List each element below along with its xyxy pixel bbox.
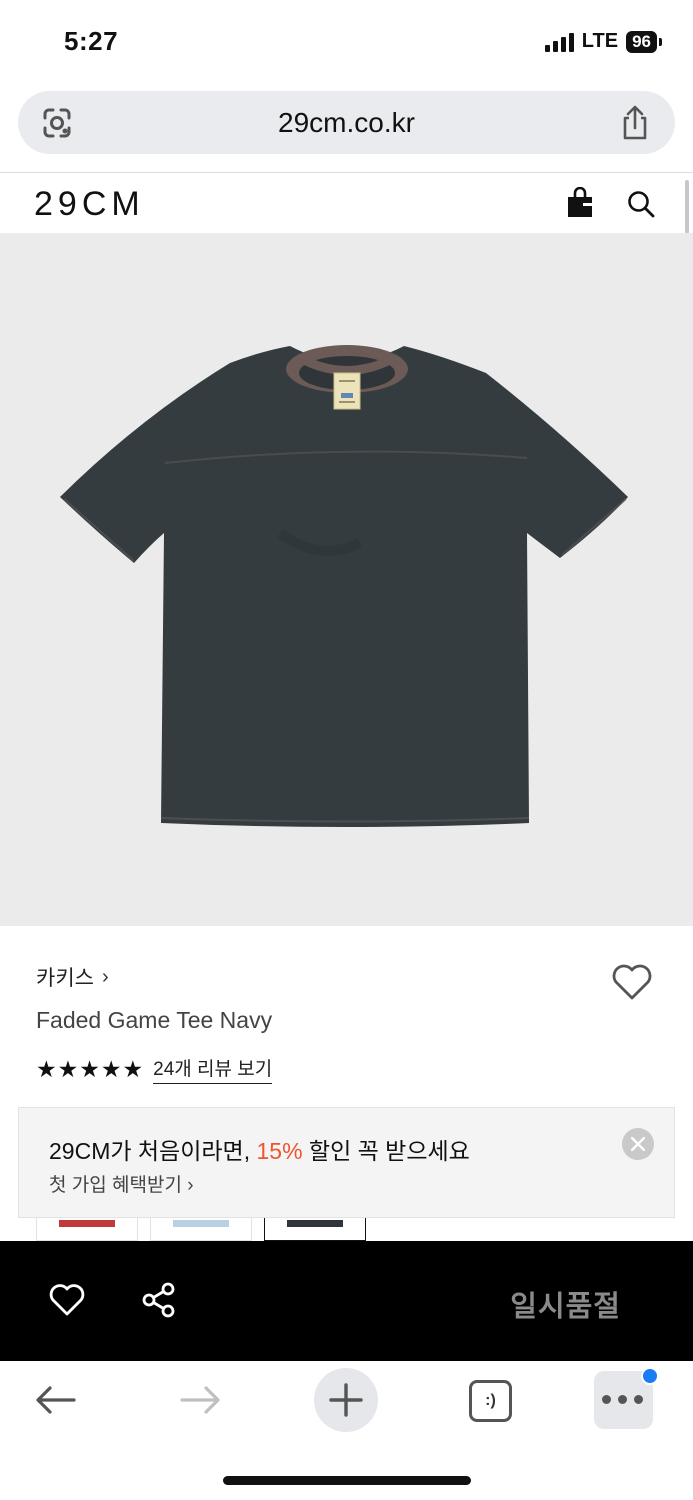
chevron-right-icon: › [101, 965, 109, 988]
signal-icon [544, 32, 574, 52]
plus-icon [329, 1383, 363, 1417]
heart-icon[interactable] [48, 1282, 86, 1318]
tshirt-image [60, 345, 628, 827]
share-icon[interactable] [619, 105, 651, 141]
color-swatch-navy[interactable] [264, 1218, 366, 1241]
star-icon: ★ [57, 1055, 79, 1082]
share-nodes-icon[interactable] [140, 1281, 178, 1319]
close-button[interactable] [622, 1128, 654, 1160]
purchase-action-bar: 일시품절 [0, 1241, 693, 1361]
star-icon: ★ [100, 1055, 122, 1082]
battery-icon: 96 [626, 30, 662, 53]
review-link[interactable]: 24개 리뷰 보기 [153, 1054, 273, 1084]
wishlist-heart-icon[interactable] [610, 962, 654, 1002]
color-swatch-red[interactable] [36, 1218, 138, 1241]
status-indicators: LTE 96 [544, 30, 662, 53]
notification-dot [641, 1367, 659, 1385]
address-bar[interactable]: 29cm.co.kr [18, 91, 675, 154]
forward-arrow-icon[interactable] [178, 1383, 222, 1417]
more-dots-icon [602, 1395, 643, 1404]
promo-title-prefix: 29CM가 처음이라면, [49, 1138, 257, 1164]
brand-link[interactable]: 카키스 › [36, 962, 109, 992]
tab-switcher-button[interactable]: :) [469, 1380, 512, 1422]
product-name: Faded Game Tee Navy [36, 1007, 273, 1033]
star-icon: ★ [36, 1055, 57, 1082]
url-text[interactable]: 29cm.co.kr [18, 107, 675, 139]
rating-stars: ★ ★ ★ ★ ★ [36, 1055, 144, 1082]
site-header: 29CM [0, 173, 693, 233]
color-swatch-lightblue[interactable] [150, 1218, 252, 1241]
star-icon: ★ [79, 1055, 100, 1082]
promo-title: 29CM가 처음이라면, 15% 할인 꼭 받으세요 [49, 1132, 470, 1166]
new-tab-button[interactable] [314, 1368, 378, 1432]
promo-discount: 15% [256, 1138, 303, 1164]
soldout-button[interactable]: 일시품절 [510, 1283, 621, 1325]
brand-name[interactable]: 카키스 [36, 962, 94, 992]
search-icon[interactable] [626, 189, 656, 219]
network-type: LTE [581, 30, 619, 52]
signup-promo-banner[interactable]: 29CM가 처음이라면, 15% 할인 꼭 받으세요 첫 가입 혜택받기 › [18, 1107, 675, 1218]
shopping-bag-icon[interactable] [566, 187, 594, 219]
home-indicator [223, 1476, 471, 1485]
status-bar: 5:27 LTE 96 [0, 0, 693, 88]
star-icon: ★ [122, 1055, 144, 1082]
close-icon [631, 1137, 645, 1151]
site-logo[interactable]: 29CM [34, 185, 145, 224]
promo-title-suffix: 할인 꼭 받으세요 [302, 1138, 470, 1164]
status-time: 5:27 [64, 26, 119, 56]
product-image[interactable] [0, 233, 693, 926]
back-arrow-icon[interactable] [34, 1383, 78, 1417]
signup-benefit-link[interactable]: 첫 가입 혜택받기 › [49, 1170, 194, 1197]
rating-row: ★ ★ ★ ★ ★ 24개 리뷰 보기 [36, 1054, 273, 1084]
